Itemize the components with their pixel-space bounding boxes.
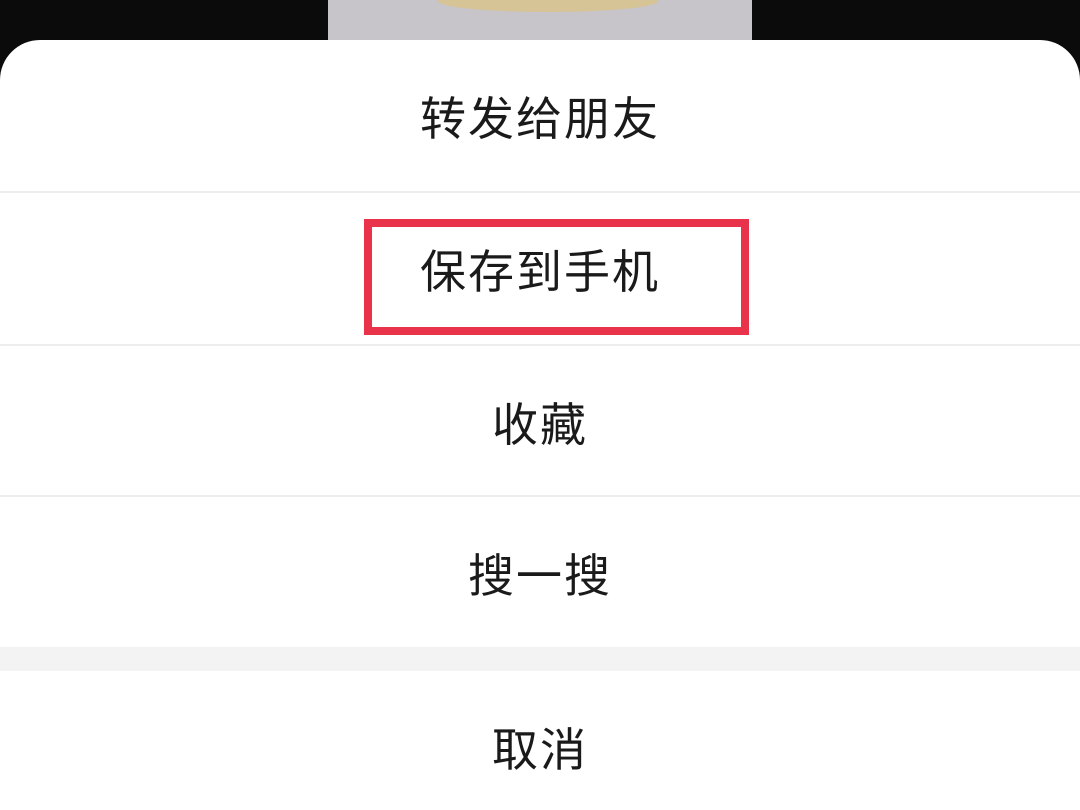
favorite-label: 收藏 [492, 397, 588, 452]
search-option[interactable]: 搜一搜 [0, 497, 1080, 648]
forward-to-friend-label: 转发给朋友 [420, 91, 660, 146]
cancel-label: 取消 [492, 722, 588, 777]
section-gap [0, 647, 1080, 671]
forward-to-friend-option[interactable]: 转发给朋友 [0, 40, 1080, 191]
search-label: 搜一搜 [468, 548, 612, 603]
action-sheet: 转发给朋友 保存到手机 收藏 搜一搜 取消 [0, 40, 1080, 810]
save-to-phone-label: 保存到手机 [420, 244, 660, 299]
cancel-button[interactable]: 取消 [0, 671, 1080, 810]
save-to-phone-option[interactable]: 保存到手机 [0, 193, 1080, 344]
favorite-option[interactable]: 收藏 [0, 346, 1080, 497]
